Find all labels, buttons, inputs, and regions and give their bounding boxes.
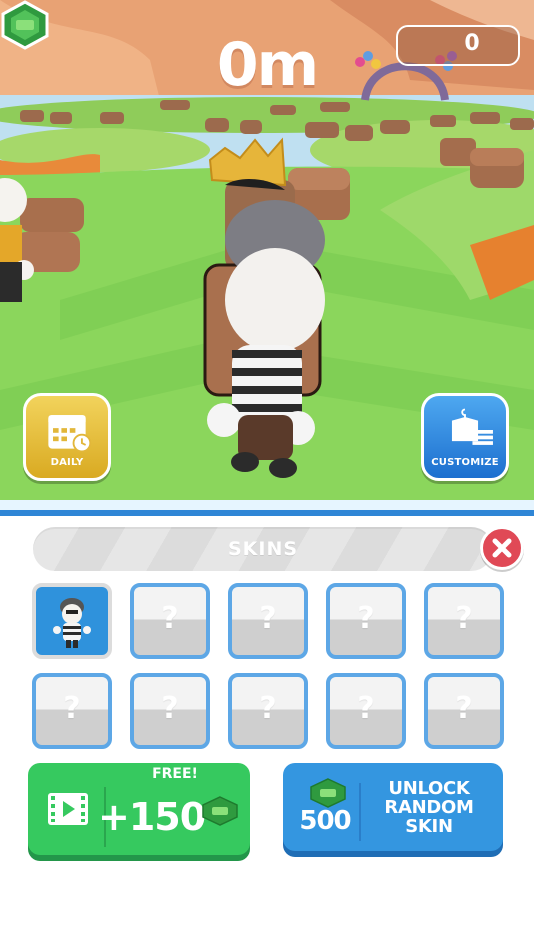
lock-question-mark: ? xyxy=(161,601,179,636)
currency-count: 0 xyxy=(464,31,480,56)
unlock-price: 500 xyxy=(299,806,351,836)
free-label: FREE! xyxy=(152,766,198,782)
skin-tile-locked[interactable]: ? xyxy=(130,583,210,659)
lock-question-mark: ? xyxy=(455,691,473,726)
lock-question-mark: ? xyxy=(259,601,277,636)
unlock-label-line1: UNLOCK xyxy=(388,778,470,799)
cash-icon xyxy=(310,778,346,808)
game-scene[interactable]: 0m 0 DAILY CUSTOMIZE xyxy=(0,0,534,510)
calendar-icon xyxy=(48,415,92,453)
video-ad-icon xyxy=(48,793,88,825)
skin-tile-locked[interactable]: ? xyxy=(424,673,504,749)
skin-tile-locked[interactable]: ? xyxy=(326,583,406,659)
free-amount: +150 xyxy=(98,795,206,839)
lock-question-mark: ? xyxy=(357,601,375,636)
skin-tile-locked[interactable]: ? xyxy=(424,583,504,659)
robber-skin-icon xyxy=(53,598,91,648)
customize-button[interactable]: CUSTOMIZE xyxy=(421,393,509,481)
skin-tile-locked[interactable]: ? xyxy=(32,673,112,749)
close-button[interactable] xyxy=(480,526,524,570)
daily-button[interactable]: DAILY xyxy=(23,393,111,481)
lock-question-mark: ? xyxy=(161,691,179,726)
lock-question-mark: ? xyxy=(259,691,277,726)
unlock-label-line3: SKIN xyxy=(405,816,453,837)
unlock-divider xyxy=(359,783,361,841)
skin-tile-locked[interactable]: ? xyxy=(326,673,406,749)
close-icon xyxy=(492,538,512,558)
cash-gem-icon xyxy=(1,0,49,50)
unlock-label-line2: RANDOM xyxy=(384,797,474,818)
skin-tile-robber[interactable] xyxy=(32,583,112,659)
lock-question-mark: ? xyxy=(455,601,473,636)
skin-tile-locked[interactable]: ? xyxy=(228,583,308,659)
lock-question-mark: ? xyxy=(357,691,375,726)
skins-title: SKINS xyxy=(227,538,299,560)
daily-label: DAILY xyxy=(50,457,84,468)
cash-icon xyxy=(202,796,238,826)
skin-tile-locked[interactable]: ? xyxy=(228,673,308,749)
customize-label: CUSTOMIZE xyxy=(431,457,499,468)
skin-tile-locked[interactable]: ? xyxy=(130,673,210,749)
unlock-label: UNLOCK RANDOM SKIN xyxy=(366,779,492,836)
hanger-shirt-icon xyxy=(451,408,493,445)
lock-question-mark: ? xyxy=(63,691,81,726)
